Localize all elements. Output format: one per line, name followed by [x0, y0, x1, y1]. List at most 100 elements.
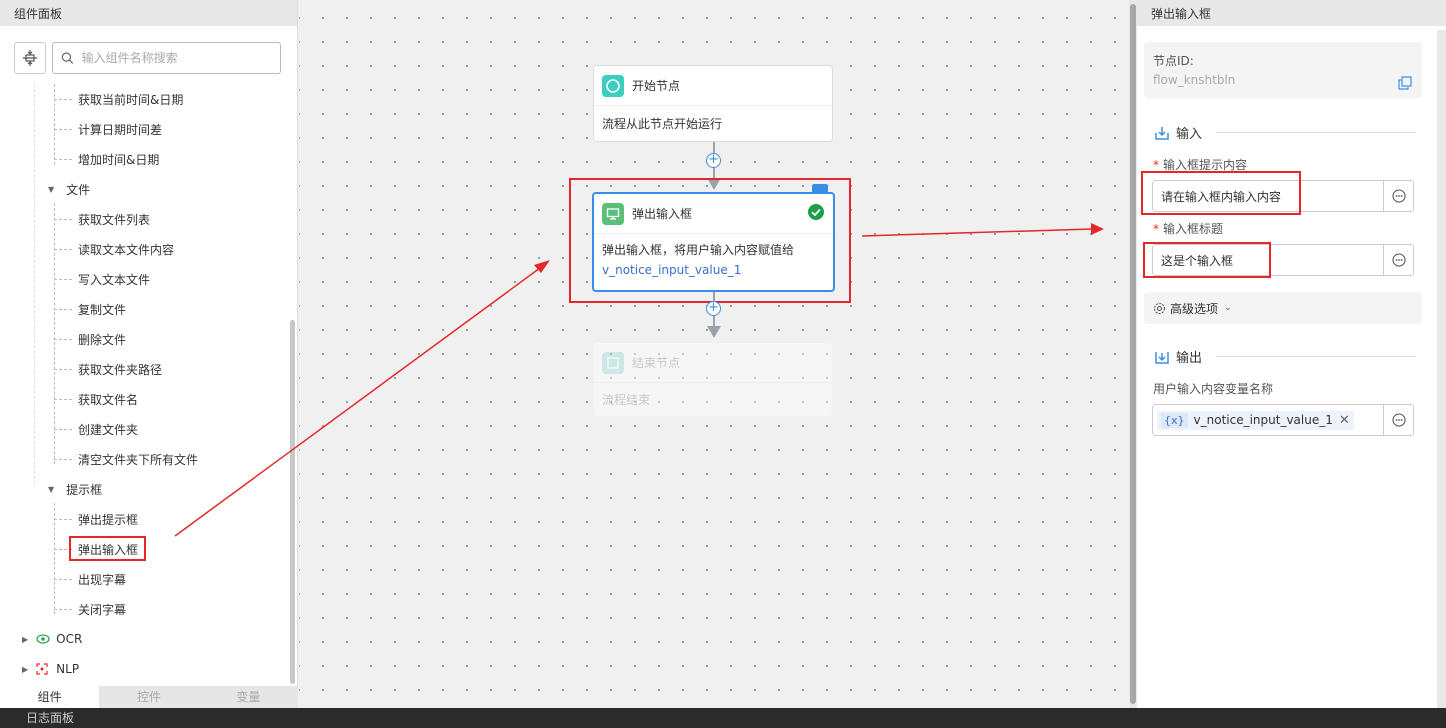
tree-item-label: 出现字幕 — [78, 572, 127, 587]
output-section-label: 输出 — [1176, 351, 1203, 366]
add-node-button[interactable]: + — [706, 301, 721, 316]
left-panel-scrollbar[interactable] — [290, 320, 295, 684]
end-node-body: 流程结束 — [602, 393, 651, 407]
tree-item[interactable]: 获取文件名 — [53, 384, 139, 414]
tree-guide-line — [54, 203, 55, 464]
tree-item-label: 清空文件夹下所有文件 — [78, 452, 199, 467]
required-marker: * — [1153, 222, 1159, 236]
tree-group-label: 提示框 — [66, 482, 103, 497]
tab-variables[interactable]: 变量 — [199, 686, 298, 708]
end-node[interactable]: 结束节点 流程结束 — [593, 342, 833, 417]
tree-guide-line — [54, 84, 55, 165]
tree-item-label: 读取文本文件内容 — [78, 242, 175, 257]
caret-down-icon: ▼ — [48, 184, 55, 194]
tab-components[interactable]: 组件 — [0, 686, 100, 708]
end-square-icon — [602, 351, 624, 374]
collapse-all-button[interactable] — [14, 42, 46, 74]
annotation-highlight-box — [569, 178, 851, 303]
properties-panel: 弹出输入框 节点ID: flow_knshtbln 输入 * 输入框提示内容 请在… — [1137, 0, 1446, 708]
caret-right-icon: ▶ — [22, 634, 29, 644]
input-section-title: 输入 — [1154, 123, 1416, 142]
tree-group-label: NLP — [56, 662, 80, 676]
tree-item[interactable]: 获取文件列表 — [53, 204, 150, 234]
tab-controls[interactable]: 控件 — [99, 686, 198, 708]
tree-guide-line — [34, 84, 35, 484]
tree-item[interactable]: 计算日期时间差 — [53, 114, 162, 144]
more-dots-icon — [1391, 189, 1406, 203]
tree-item-label: 增加时间&日期 — [78, 152, 160, 167]
section-divider — [1216, 132, 1416, 133]
tree-item[interactable]: 复制文件 — [53, 294, 127, 324]
tree-item[interactable]: 读取文本文件内容 — [53, 234, 175, 264]
component-panel-title: 组件面板 — [0, 0, 297, 26]
tree-item-label: 写入文本文件 — [78, 272, 151, 287]
tree-item-label: 复制文件 — [78, 302, 127, 317]
output-var-label: 用户输入内容变量名称 — [1153, 382, 1274, 396]
eye-icon — [36, 634, 50, 644]
tree-item-label: 创建文件夹 — [78, 422, 139, 437]
component-panel: 组件面板 获取当前时间&日期 计算日期时间差 增加时间&日期 — [0, 0, 298, 708]
tree-item[interactable]: 弹出提示框 — [53, 504, 139, 534]
tree-item-label: 删除文件 — [78, 332, 127, 347]
tree-item-label: 获取文件名 — [78, 392, 139, 407]
end-node-title: 结束节点 — [632, 356, 681, 370]
tree-item-label: 关闭字幕 — [78, 602, 127, 617]
tree-group-ocr[interactable]: ▶ OCR — [22, 624, 82, 654]
canvas-scrollbar[interactable] — [1129, 0, 1137, 708]
add-node-button[interactable]: + — [706, 153, 721, 168]
tree-item[interactable]: 关闭字幕 — [53, 594, 127, 624]
tree-item[interactable]: 获取文件夹路径 — [53, 354, 162, 384]
title-more-button[interactable] — [1383, 245, 1413, 275]
nlp-icon — [36, 663, 48, 675]
start-circle-icon — [602, 74, 624, 97]
prompt-more-button[interactable] — [1383, 181, 1413, 211]
prompt-field-label-text: 输入框提示内容 — [1163, 158, 1248, 172]
tree-group-label: 文件 — [66, 182, 91, 197]
tree-item[interactable]: 写入文本文件 — [53, 264, 151, 294]
tree-item[interactable]: 删除文件 — [53, 324, 127, 354]
input-section-label: 输入 — [1176, 127, 1203, 142]
close-icon[interactable]: ✕ — [1339, 413, 1350, 428]
tree-item[interactable]: 获取当前时间&日期 — [53, 84, 183, 114]
more-dots-icon — [1391, 253, 1406, 267]
output-var-field[interactable]: {x} v_notice_input_value_1 ✕ — [1152, 404, 1414, 436]
tree-item[interactable]: 创建文件夹 — [53, 414, 139, 444]
copy-icon[interactable] — [1398, 76, 1412, 90]
node-id-value: flow_knshtbln — [1153, 73, 1236, 87]
import-icon — [1155, 126, 1169, 140]
scrollbar-thumb[interactable] — [1130, 4, 1136, 704]
tree-group-dialog[interactable]: ▼ 提示框 — [22, 474, 102, 504]
tree-item-label: 弹出提示框 — [78, 512, 139, 527]
search-icon — [61, 52, 74, 64]
properties-panel-title: 弹出输入框 — [1137, 0, 1446, 26]
variable-badge: {x} — [1161, 412, 1188, 428]
node-id-label: 节点ID: — [1153, 54, 1194, 68]
required-marker: * — [1153, 158, 1159, 172]
advanced-options-label: 高级选项 — [1170, 301, 1219, 316]
start-node[interactable]: 开始节点 流程从此节点开始运行 — [593, 65, 833, 142]
search-box[interactable] — [52, 42, 281, 74]
tree-item[interactable]: 增加时间&日期 — [53, 144, 160, 174]
start-node-title: 开始节点 — [632, 79, 681, 93]
start-node-body: 流程从此节点开始运行 — [602, 117, 723, 131]
search-input[interactable] — [81, 51, 280, 65]
title-field-label-text: 输入框标题 — [1163, 222, 1224, 236]
tree-item[interactable]: 出现字幕 — [53, 564, 127, 594]
flow-canvas[interactable]: 开始节点 流程从此节点开始运行 + 弹出输入框 弹出输入框，将用户输入内容赋值给… — [299, 0, 1129, 708]
advanced-options-toggle[interactable]: 高级选项 ⌄ — [1144, 292, 1422, 324]
log-panel[interactable]: 日志面板 — [0, 708, 1446, 728]
annotation-highlight-box — [1143, 242, 1271, 278]
tree-group-label: OCR — [56, 632, 83, 646]
end-node-header: 结束节点 — [594, 343, 832, 383]
tree-group-nlp[interactable]: ▶ NLP — [22, 654, 79, 684]
caret-right-icon: ▶ — [22, 664, 29, 674]
gear-icon — [1153, 302, 1166, 314]
tree-item[interactable]: 清空文件夹下所有文件 — [53, 444, 199, 474]
node-id-card: 节点ID: flow_knshtbln — [1144, 42, 1422, 98]
right-edge-strip — [1437, 30, 1446, 708]
section-divider — [1216, 356, 1416, 357]
tree-group-file[interactable]: ▼ 文件 — [22, 174, 90, 204]
variable-tag[interactable]: {x} v_notice_input_value_1 ✕ — [1157, 410, 1354, 430]
output-more-button[interactable] — [1383, 405, 1413, 435]
chevron-down-icon: ⌄ — [1224, 303, 1232, 313]
